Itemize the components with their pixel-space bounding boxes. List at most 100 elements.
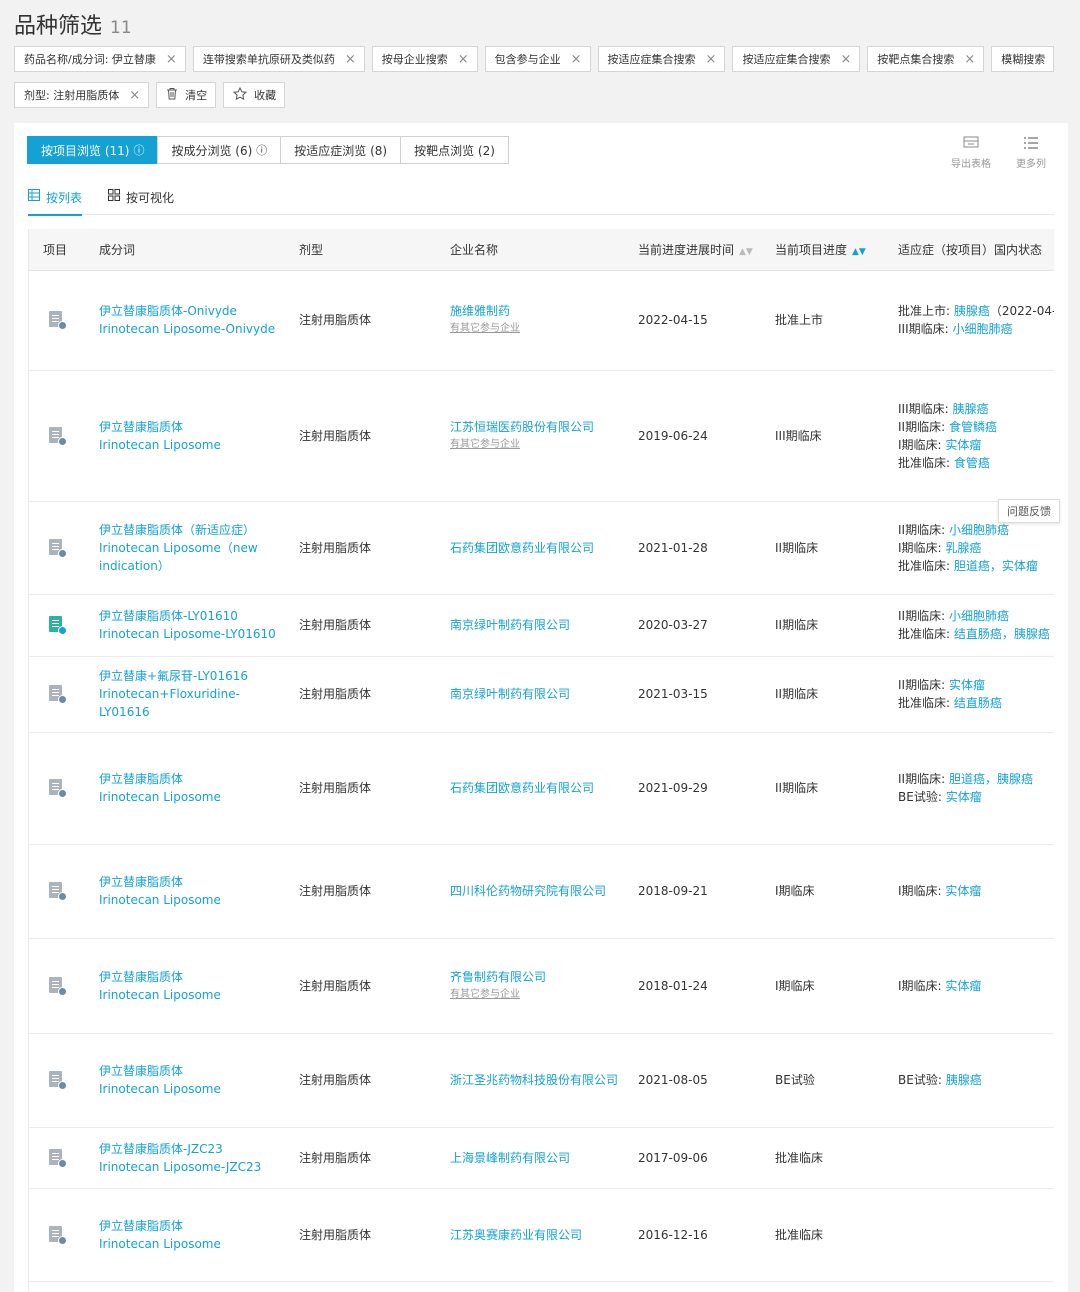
- company-link[interactable]: 施维雅制药: [450, 302, 624, 320]
- export-table-button[interactable]: 导出表格: [948, 135, 994, 170]
- filter-chip[interactable]: 按母企业搜索 ×: [371, 46, 478, 72]
- ingredient-en-link[interactable]: Irinotecan Liposome-Onivyde: [99, 320, 285, 338]
- table-row[interactable]: 伊立替康脂质体 Irinotecan Liposome 注射用脂质体 江苏奥赛康药业有…: [29, 1188, 1054, 1282]
- filter-chip[interactable]: 按适应症集合搜索 ×: [597, 46, 726, 72]
- ingredient-cn-link[interactable]: 伊立替康脂质体-LY01610: [99, 607, 285, 625]
- company-link[interactable]: 南京绿叶制药有限公司: [450, 616, 624, 634]
- other-companies-link[interactable]: 有其它参与企业: [450, 986, 624, 1004]
- table-row[interactable]: 伊立替康脂质体 Irinotecan Liposome 注射用脂质体 浙江圣兆药物科技…: [29, 1033, 1054, 1128]
- ingredient-en-link[interactable]: Irinotecan Liposome: [99, 891, 285, 909]
- view-visual-tab[interactable]: 按可视化: [108, 179, 174, 215]
- browse-tab[interactable]: 按成分浏览 (6) ⓘ: [157, 136, 282, 164]
- sort-icon[interactable]: ▲▼: [739, 247, 753, 257]
- company-link[interactable]: 石药集团欧意药业有限公司: [450, 779, 624, 797]
- company-link[interactable]: 浙江圣兆药物科技股份有限公司: [450, 1071, 624, 1089]
- indication-link[interactable]: 结直肠癌: [954, 696, 1002, 710]
- ingredient-cn-link[interactable]: 伊立替康脂质体: [99, 968, 285, 986]
- clear-button[interactable]: 清空: [156, 82, 217, 108]
- company-link[interactable]: 江苏恒瑞医药股份有限公司: [450, 418, 624, 436]
- indication-link[interactable]: 小细胞肺癌: [949, 523, 1009, 537]
- help-icon[interactable]: ⓘ: [256, 142, 267, 158]
- company-link[interactable]: 南京绿叶制药有限公司: [450, 685, 624, 703]
- ingredient-en-link[interactable]: Irinotecan Liposome-JZC23: [99, 1158, 285, 1176]
- project-doc-icon[interactable]: [49, 616, 67, 635]
- ingredient-en-link[interactable]: Irinotecan+Floxuridine-LY01616: [99, 685, 285, 721]
- indication-link[interactable]: 胰腺癌: [952, 402, 988, 416]
- project-doc-icon[interactable]: [49, 1225, 67, 1245]
- table-row[interactable]: 伊立替康脂质体 Irinotecan Liposome 注射用脂质体 四川科伦药物研究…: [29, 844, 1054, 939]
- ingredient-en-link[interactable]: Irinotecan Liposome: [99, 986, 285, 1004]
- browse-tab[interactable]: 按项目浏览 (11) ⓘ: [27, 136, 159, 164]
- filter-chip[interactable]: 按靶点集合搜索 ×: [867, 46, 985, 72]
- filter-chip[interactable]: 药品名称/成分词: 伊立替康 ×: [14, 46, 186, 72]
- indication-link[interactable]: 实体瘤: [946, 790, 982, 804]
- sort-active-icon[interactable]: ▲▼: [852, 247, 866, 257]
- indication-link[interactable]: 实体瘤: [949, 678, 985, 692]
- ingredient-en-link[interactable]: Irinotecan Liposome（new indication）: [99, 539, 285, 575]
- company-link[interactable]: 齐鲁制药有限公司: [450, 968, 624, 986]
- view-list-tab[interactable]: 按列表: [28, 179, 83, 216]
- filter-chip[interactable]: 连带搜索单抗原研及类似药 ×: [192, 46, 365, 72]
- browse-tab[interactable]: 按靶点浏览 (2): [400, 136, 509, 164]
- close-icon[interactable]: ×: [840, 52, 851, 67]
- company-link[interactable]: 上海景峰制药有限公司: [450, 1149, 624, 1167]
- indication-link[interactable]: 实体瘤: [945, 979, 981, 993]
- indication-link[interactable]: 胰腺癌: [954, 304, 990, 318]
- project-doc-icon[interactable]: [49, 538, 67, 558]
- close-icon[interactable]: ×: [964, 52, 975, 67]
- indication-link[interactable]: 乳腺癌: [945, 541, 981, 555]
- ingredient-cn-link[interactable]: 伊立替康脂质体-JZC23: [99, 1140, 285, 1158]
- close-icon[interactable]: ×: [345, 52, 356, 67]
- indication-link[interactable]: 实体瘤: [945, 438, 981, 452]
- filter-chip[interactable]: 按适应症集合搜索 ×: [732, 46, 861, 72]
- col-header-stage[interactable]: 当前项目进度 ▲▼: [761, 229, 884, 271]
- feedback-button[interactable]: 问题反馈: [998, 499, 1060, 523]
- ingredient-cn-link[interactable]: 伊立替康脂质体: [99, 1062, 285, 1080]
- close-icon[interactable]: ×: [706, 52, 717, 67]
- indication-link[interactable]: 实体瘤: [945, 884, 981, 898]
- project-doc-icon[interactable]: [49, 426, 67, 446]
- ingredient-cn-link[interactable]: 伊立替康脂质体: [99, 873, 285, 891]
- close-icon[interactable]: ×: [458, 52, 469, 67]
- indication-link[interactable]: 食管鳞癌: [949, 420, 997, 434]
- help-icon[interactable]: ⓘ: [133, 142, 144, 158]
- ingredient-en-link[interactable]: Irinotecan Liposome: [99, 1080, 285, 1098]
- table-row[interactable]: 伊立替康脂质体 Irinotecan Liposome 注射用脂质体 江苏恒瑞医药股份…: [29, 370, 1054, 502]
- filter-chip-dosage[interactable]: 剂型: 注射用脂质体 ×: [14, 82, 150, 108]
- ingredient-en-link[interactable]: Irinotecan Liposome: [99, 436, 285, 454]
- indication-link[interactable]: 胆道癌，胰腺癌: [949, 772, 1033, 786]
- project-doc-icon[interactable]: [49, 779, 67, 798]
- project-doc-icon[interactable]: [49, 976, 67, 996]
- table-row[interactable]: 伊立替康脂质体 Irinotecan Liposome 注射用脂质体 石药集团欧意药业…: [29, 732, 1054, 845]
- favorite-button[interactable]: 收藏: [223, 82, 286, 108]
- company-link[interactable]: 石药集团欧意药业有限公司: [450, 539, 624, 557]
- ingredient-en-link[interactable]: Irinotecan Liposome-LY01610: [99, 625, 285, 643]
- indication-link[interactable]: 结直肠癌，胰腺癌: [954, 627, 1050, 641]
- project-doc-icon[interactable]: [49, 882, 67, 901]
- project-doc-icon[interactable]: [49, 685, 67, 704]
- table-row[interactable]: 伊立替康+氟尿苷-LY01616 Irinotecan+Floxuridine-L…: [29, 656, 1054, 733]
- ingredient-cn-link[interactable]: 伊立替康脂质体: [99, 770, 285, 788]
- close-icon[interactable]: ×: [166, 52, 177, 67]
- project-doc-icon[interactable]: [49, 1148, 67, 1168]
- ingredient-cn-link[interactable]: 伊立替康脂质体-Onivyde: [99, 302, 285, 320]
- close-icon[interactable]: ×: [571, 52, 582, 67]
- indication-link[interactable]: 小细胞肺癌: [949, 609, 1009, 623]
- table-row[interactable]: 伊立替康脂质体-Onivyde Irinotecan Liposome-Onivy…: [29, 270, 1054, 371]
- ingredient-en-link[interactable]: Irinotecan Liposome: [99, 788, 285, 806]
- ingredient-cn-link[interactable]: 伊立替康+氟尿苷-LY01616: [99, 667, 285, 685]
- col-header-date[interactable]: 当前进度进展时间 ▲▼: [624, 229, 761, 271]
- indication-link[interactable]: 胰腺癌: [946, 1073, 982, 1087]
- project-doc-icon[interactable]: [49, 1071, 67, 1090]
- filter-chip[interactable]: 包含参与企业 ×: [484, 46, 591, 72]
- table-row[interactable]: 伊立替康脂质体 Irinotecan Liposome 注射用脂质体 齐鲁制药有限公司…: [29, 938, 1054, 1034]
- ingredient-en-link[interactable]: Irinotecan Liposome: [99, 1235, 285, 1253]
- project-doc-icon[interactable]: [49, 311, 67, 330]
- indication-link[interactable]: 食管癌: [954, 456, 990, 470]
- ingredient-cn-link[interactable]: 伊立替康脂质体: [99, 418, 285, 436]
- ingredient-cn-link[interactable]: 伊立替康脂质体: [99, 1217, 285, 1235]
- other-companies-link[interactable]: 有其它参与企业: [450, 320, 624, 338]
- indication-link[interactable]: 胆道癌，实体瘤: [954, 559, 1038, 573]
- company-link[interactable]: 四川科伦药物研究院有限公司: [450, 882, 624, 900]
- browse-tab[interactable]: 按适应症浏览 (8): [280, 136, 402, 164]
